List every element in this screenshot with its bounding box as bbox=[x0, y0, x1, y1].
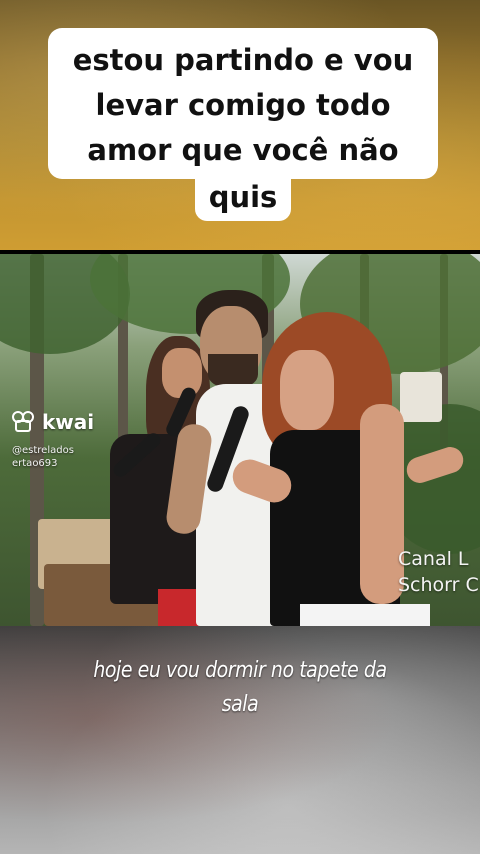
watermark-line-1: Canal L bbox=[398, 548, 469, 570]
kwai-logo-icon bbox=[12, 411, 38, 433]
bottom-blur-area: hoje eu vou dormir no tapete da sala bbox=[0, 626, 480, 854]
background-sign bbox=[400, 372, 442, 422]
channel-watermark: Canal L Schorr C bbox=[398, 546, 479, 598]
caption-line-4: quis bbox=[194, 177, 292, 221]
creator-handle[interactable]: @estreladosertao693 bbox=[12, 444, 74, 470]
caption-line-3: amor que você não bbox=[87, 133, 399, 167]
caption-line-2: levar comigo todo bbox=[95, 88, 391, 122]
caption-main-block: estou partindo e vou levar comigo todo a… bbox=[48, 28, 438, 179]
video-player[interactable]: kwai @estreladosertao693 Canal L Schorr … bbox=[0, 254, 480, 626]
subtitle-line-1: hoje eu vou dormir no tapete da bbox=[93, 658, 387, 683]
top-banner: estou partindo e vou levar comigo todo a… bbox=[0, 0, 480, 250]
watermark-line-2: Schorr C bbox=[398, 574, 479, 596]
caption-line-1: estou partindo e vou bbox=[72, 43, 414, 77]
singer-center-beard bbox=[208, 354, 258, 388]
subtitle-line-2: sala bbox=[221, 692, 259, 717]
top-caption: estou partindo e vou levar comigo todo a… bbox=[48, 28, 438, 221]
kwai-logo: kwai bbox=[12, 410, 94, 434]
singer-right-face bbox=[280, 350, 334, 430]
video-subtitle: hoje eu vou dormir no tapete da sala bbox=[34, 654, 447, 722]
singer-right-pants bbox=[300, 604, 430, 626]
kwai-logo-text: kwai bbox=[42, 410, 95, 434]
